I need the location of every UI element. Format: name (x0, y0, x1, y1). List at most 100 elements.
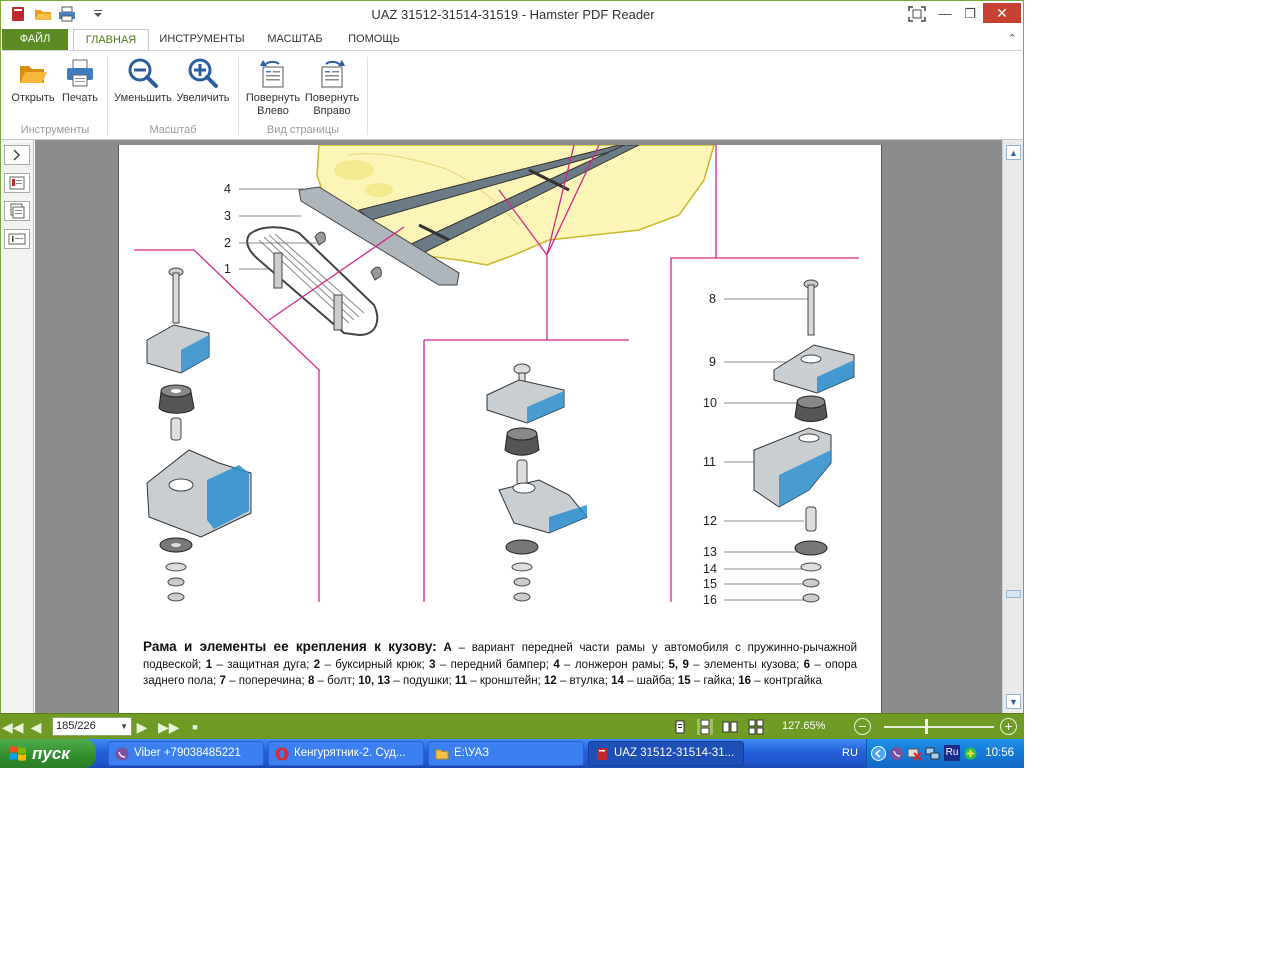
continuous-view-icon[interactable] (697, 719, 713, 735)
zoom-out-button[interactable]: Уменьшить (113, 57, 173, 105)
task-label: Кенгурятник-2. Суд... (294, 747, 406, 759)
start-button[interactable]: пуск (0, 739, 96, 768)
prev-page-button[interactable]: ◀ (26, 717, 46, 737)
rotate-left-label-1: Повернуть (245, 92, 301, 104)
zoom-slider[interactable] (884, 726, 994, 728)
taskbar-item-folder[interactable]: E:\УАЗ (428, 741, 584, 766)
open-button[interactable]: Открыть (9, 57, 57, 105)
first-page-button[interactable]: ◀◀ (2, 717, 24, 737)
caption-bold: 11 (454, 675, 468, 687)
caption-text: – болт; (314, 675, 359, 687)
fullscreen-icon[interactable] (908, 6, 926, 22)
ribbon-tabs: ФАЙЛ ГЛАВНАЯ ИНСТРУМЕНТЫ МАСШТАБ ПОМОЩЬ … (0, 27, 1024, 50)
taskbar: пуск Viber +79038485221 Кенгурятник-2. С… (0, 739, 1024, 768)
zoom-in-button[interactable]: Увеличить (174, 57, 232, 105)
task-label: UAZ 31512-31514-31... (614, 747, 735, 759)
pdf-document-icon (597, 748, 607, 760)
tab-tools[interactable]: ИНСТРУМЕНТЫ (153, 29, 251, 50)
page-number-input[interactable]: 185/226 ▼ (52, 717, 132, 736)
bookmarks-icon (9, 176, 25, 190)
restore-button[interactable]: ❐ (956, 3, 984, 25)
ribbon-separator (107, 57, 108, 135)
chevron-right-icon (13, 149, 21, 161)
figure-caption: Рама и элементы ее крепления к кузову: А… (143, 639, 857, 690)
caption-text: – подушки; (390, 675, 455, 687)
tab-home[interactable]: ГЛАВНАЯ (73, 29, 149, 50)
tab-help[interactable]: ПОМОЩЬ (339, 29, 409, 50)
zoom-in-icon (188, 58, 218, 88)
task-label: E:\УАЗ (454, 747, 490, 759)
open-label: Открыть (11, 92, 55, 104)
close-button[interactable]: ✕ (983, 3, 1021, 23)
keyboard-layout-icon[interactable]: Ru (944, 745, 960, 761)
rotate-left-button[interactable]: Повернуть Влево (244, 57, 302, 118)
taskbar-item-pdf-reader[interactable]: UAZ 31512-31514-31... (588, 741, 744, 766)
status-bar: ◀◀ ◀ 185/226 ▼ ▶ ▶▶ ■ 127.65% − + (0, 713, 1024, 739)
start-label: пуск (32, 744, 70, 763)
callout-label: 12 (703, 514, 717, 528)
chevron-down-icon: ▼ (120, 722, 128, 731)
taskbar-item-viber[interactable]: Viber +79038485221 (108, 741, 264, 766)
bookmarks-panel-button[interactable] (4, 173, 30, 193)
single-page-view-icon[interactable] (672, 719, 688, 735)
minimize-button[interactable]: — (931, 3, 959, 25)
viber-icon (115, 747, 129, 761)
opera-icon (275, 747, 289, 761)
group-label-tools: Инструменты (20, 124, 90, 136)
tab-scale[interactable]: МАСШТАБ (257, 29, 333, 50)
caption-bold: 14 (611, 675, 624, 687)
caption-text: – передний бампер; (435, 658, 554, 671)
caption-text: – лонжерон рамы; (559, 658, 669, 671)
zoom-in-small-button[interactable]: + (1000, 718, 1017, 735)
caption-text: – гайка; (690, 675, 739, 687)
group-label-scale: Масштаб (149, 124, 197, 136)
next-page-button[interactable]: ▶ (132, 717, 152, 737)
scroll-down-button[interactable]: ▼ (1006, 694, 1021, 709)
callout-label: 4 (224, 182, 231, 196)
expand-panel-button[interactable] (4, 145, 30, 165)
caption-text: – элементы кузова; (688, 658, 804, 671)
two-page-continuous-view-icon[interactable] (748, 719, 764, 735)
language-indicator[interactable]: RU (842, 747, 858, 759)
callout-label: 14 (703, 562, 717, 576)
caption-bold: А (443, 642, 452, 654)
rotate-right-button[interactable]: Повернуть Вправо (303, 57, 361, 118)
stop-icon[interactable]: ■ (185, 717, 205, 737)
two-page-view-icon[interactable] (722, 719, 738, 735)
tab-file[interactable]: ФАЙЛ (2, 29, 68, 50)
tray-expand-icon[interactable] (871, 746, 886, 761)
printer-icon (67, 59, 93, 87)
document-viewport[interactable]: 4 3 2 1 8 9 10 11 12 13 14 15 16 Рама и … (35, 140, 1002, 713)
zoom-slider-thumb[interactable] (925, 719, 928, 734)
zoom-in-label: Увеличить (176, 92, 230, 104)
last-page-button[interactable]: ▶▶ (158, 717, 180, 737)
network-error-icon[interactable] (907, 746, 922, 761)
collapse-ribbon-icon[interactable]: ⌃ (1008, 32, 1017, 45)
rotate-left-icon (260, 60, 284, 88)
pdf-page: 4 3 2 1 8 9 10 11 12 13 14 15 16 Рама и … (118, 145, 882, 713)
thumbnails-panel-button[interactable] (4, 201, 30, 221)
ribbon-separator (367, 57, 368, 135)
callout-label: 10 (703, 396, 717, 410)
zoom-level: 127.65% (782, 720, 826, 732)
callouts-right: 8 9 10 11 12 13 14 15 16 (703, 292, 717, 607)
viber-tray-icon[interactable] (889, 746, 904, 761)
group-label-view: Вид страницы (266, 124, 340, 136)
security-shield-icon[interactable] (963, 746, 978, 761)
print-button[interactable]: Печать (59, 57, 101, 105)
caption-text: – буксирный крюк; (320, 658, 430, 671)
vertical-scrollbar[interactable]: ▲ ▼ (1002, 140, 1024, 713)
zoom-out-small-button[interactable]: − (854, 718, 871, 735)
taskbar-item-opera[interactable]: Кенгурятник-2. Суд... (268, 741, 424, 766)
caption-text: – кронштейн; (467, 675, 544, 687)
scroll-thumb[interactable] (1006, 590, 1021, 598)
clock: 10:56 (985, 747, 1014, 759)
network-computers-icon[interactable] (925, 746, 940, 761)
page-number-value: 185/226 (56, 720, 96, 732)
thumbnails-icon (10, 203, 25, 219)
scroll-up-button[interactable]: ▲ (1006, 145, 1021, 160)
rotate-right-icon (321, 60, 345, 88)
callout-label: 1 (224, 262, 231, 276)
annotations-panel-button[interactable] (4, 229, 30, 249)
caption-bold: 10, 13 (358, 675, 391, 687)
